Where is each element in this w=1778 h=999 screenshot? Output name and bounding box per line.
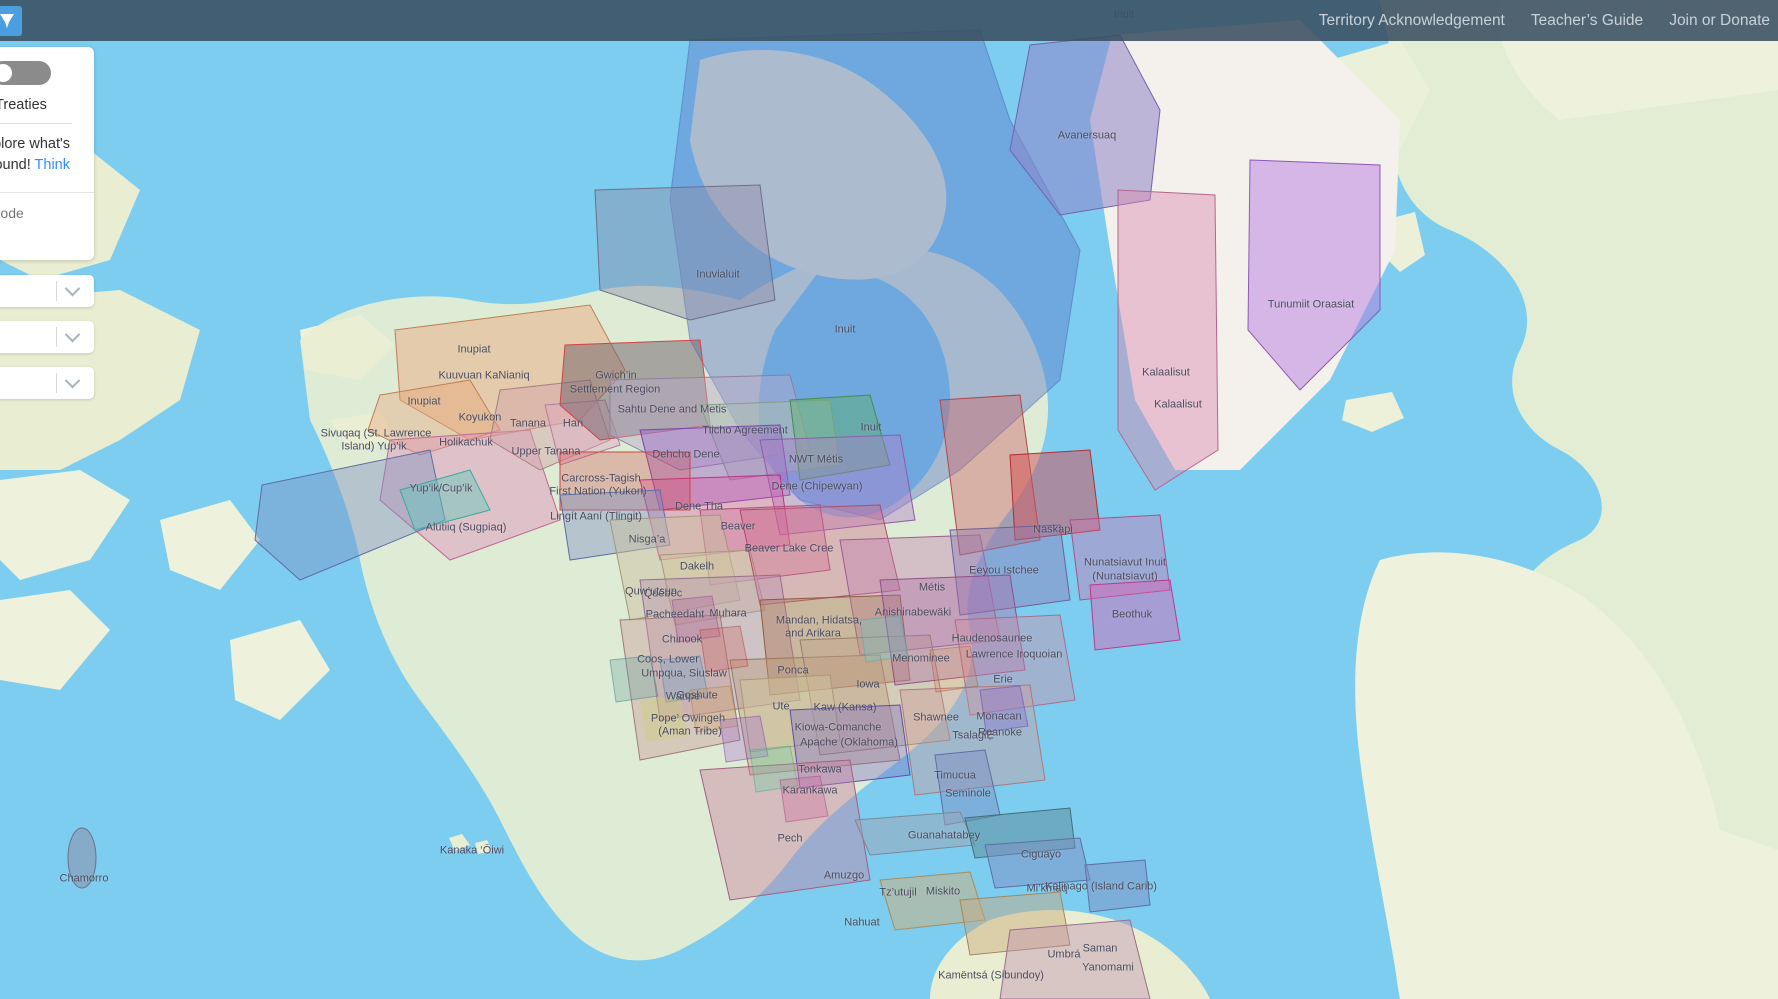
native-land-logo-icon[interactable]: [0, 6, 22, 36]
select-languages[interactable]: Languages: [0, 321, 94, 354]
treaties-switch-label: Treaties: [0, 97, 47, 113]
select-territories-toggle[interactable]: [56, 280, 90, 302]
chevron-down-icon: [64, 280, 81, 296]
header-nav: Territory Acknowledgement Teacher’s Guid…: [1319, 0, 1770, 41]
select-list: Territories Languages Treaties: [0, 275, 94, 400]
search-input[interactable]: [0, 203, 82, 222]
treaties-switch[interactable]: [0, 61, 51, 85]
header-link-join-or-donate[interactable]: Join or Donate: [1669, 12, 1770, 30]
toggle-treaties[interactable]: Treaties: [0, 61, 66, 113]
select-languages-toggle[interactable]: [56, 326, 90, 348]
panel-help-note: Use the switches to explore what's aroun…: [0, 124, 94, 192]
select-territories[interactable]: Territories: [0, 275, 94, 308]
search-box[interactable]: [0, 192, 94, 232]
header-link-teachers-guide[interactable]: Teacher’s Guide: [1531, 12, 1643, 30]
map-canvas[interactable]: InuitAvanersuaqInuvialuitInuitKalaalisut…: [0, 0, 1778, 999]
native-land-map-app: InuitAvanersuaqInuvialuitInuitKalaalisut…: [0, 0, 1778, 999]
select-treaties-toggle[interactable]: [56, 372, 90, 394]
treaties-switch-knob: [0, 64, 12, 82]
territory-overlays[interactable]: [0, 0, 1778, 999]
select-treaties[interactable]: Treaties: [0, 367, 94, 400]
toggle-row: Languages Treaties: [0, 47, 94, 115]
top-header-bar: Territory Acknowledgement Teacher’s Guid…: [0, 0, 1778, 41]
chevron-down-icon: [64, 372, 81, 388]
header-link-territory-acknowledgement[interactable]: Territory Acknowledgement: [1319, 12, 1505, 30]
filters-card: Languages Treaties Use the switches to e…: [0, 47, 94, 261]
panel-spacer: [0, 232, 94, 261]
panel-help-note-link[interactable]: Think: [35, 157, 70, 173]
sidebar-panel: Languages Treaties Use the switches to e…: [0, 47, 94, 400]
chevron-down-icon: [64, 326, 81, 342]
